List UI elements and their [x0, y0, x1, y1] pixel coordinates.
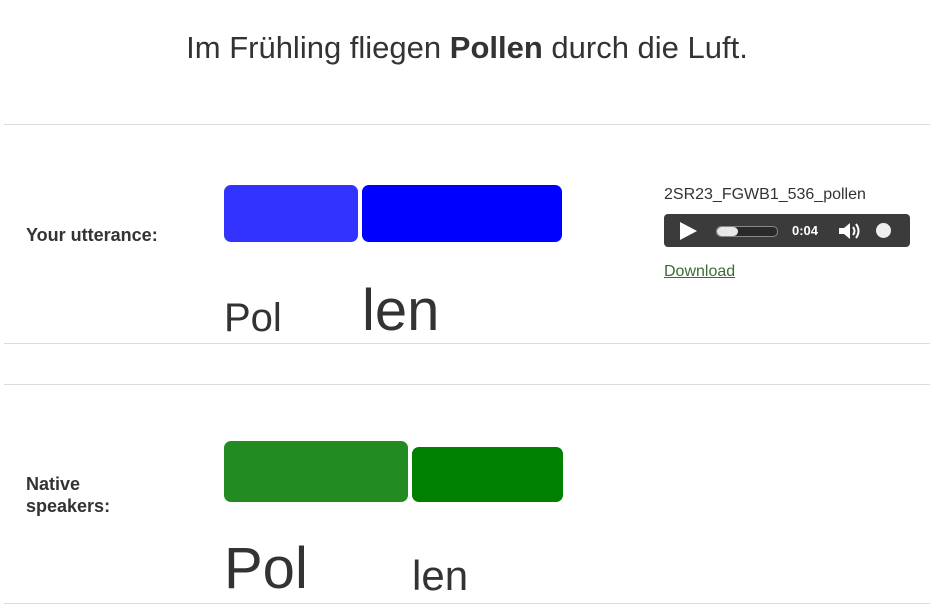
divider	[4, 384, 930, 385]
utterance-syllable-2: len	[362, 278, 440, 343]
divider	[4, 343, 930, 344]
play-icon[interactable]	[680, 222, 697, 240]
target-sentence: Im Frühling fliegen Pollen durch die Luf…	[0, 28, 934, 68]
audio-player[interactable]: 0:04	[664, 214, 910, 247]
divider	[4, 124, 930, 125]
seek-progress	[717, 227, 738, 236]
playback-time: 0:04	[792, 223, 819, 238]
native-syllable-1: Pol	[224, 536, 308, 601]
volume-slider-knob[interactable]	[876, 223, 891, 238]
your-utterance-label: Your utterance:	[26, 225, 158, 245]
utterance-syllable-1-bar	[224, 185, 358, 242]
seek-bar[interactable]	[716, 226, 778, 237]
utterance-syllable-1: Pol	[224, 296, 282, 340]
sentence-keyword: Pollen	[449, 30, 543, 65]
volume-icon[interactable]	[838, 220, 862, 242]
native-syllable-2: len	[412, 552, 469, 599]
native-speakers-label-line2: speakers:	[26, 496, 111, 516]
audio-filename: 2SR23_FGWB1_536_pollen	[664, 186, 866, 203]
sentence-after: durch die Luft.	[542, 30, 748, 65]
download-link[interactable]: Download	[664, 263, 735, 281]
sentence-before: Im Frühling fliegen	[186, 30, 450, 65]
native-syllable-1-bar	[224, 441, 408, 502]
native-speakers-label-line1: Native	[26, 474, 81, 494]
native-syllable-2-bar	[412, 447, 563, 502]
divider	[4, 603, 930, 604]
native-speakers-label: Native speakers:	[26, 473, 110, 517]
utterance-syllable-2-bar	[362, 185, 562, 242]
